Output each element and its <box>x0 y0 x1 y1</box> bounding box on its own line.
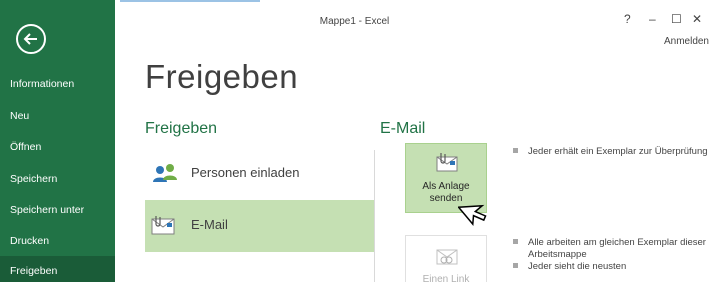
email-icon <box>151 216 175 235</box>
top-stripe <box>120 0 260 2</box>
share-section-header: Freigeben <box>145 120 218 137</box>
signin-link[interactable]: Anmelden <box>664 36 709 47</box>
nav-informationen[interactable]: Informationen <box>0 69 115 99</box>
section-divider <box>374 150 375 282</box>
share-option-invite[interactable]: Personen einladen <box>145 148 375 200</box>
bullet <box>513 148 518 153</box>
share-option-email[interactable]: E-Mail <box>145 200 375 252</box>
nav-oeffnen[interactable]: Öffnen <box>0 132 115 162</box>
backstage-sidebar: Informationen Neu Öffnen Speichern Speic… <box>0 0 115 282</box>
help-button[interactable]: ? <box>624 12 631 26</box>
link-description-text-2: Jeder sieht die neusten <box>528 261 627 272</box>
send-link-button[interactable]: Einen Link <box>405 235 487 282</box>
window-title: Mappe1 - Excel <box>319 16 390 27</box>
share-option-invite-label: Personen einladen <box>191 165 300 180</box>
page-title: Freigeben <box>145 58 299 95</box>
bullet <box>513 239 518 244</box>
nav-drucken[interactable]: Drucken <box>0 226 115 256</box>
attachment-mail-icon <box>436 153 458 172</box>
nav-neu[interactable]: Neu <box>0 101 115 131</box>
link-description-text-1: Alle arbeiten am gleichen Exemplar diese… <box>528 237 706 260</box>
back-arrow-icon <box>23 33 37 45</box>
people-icon <box>153 164 177 182</box>
email-section-header: E-Mail <box>380 120 426 137</box>
maximize-button[interactable]: ☐ <box>671 12 682 26</box>
minimize-button[interactable]: – <box>649 12 656 26</box>
nav-freigeben[interactable]: Freigeben <box>0 256 115 282</box>
back-button[interactable] <box>16 24 46 54</box>
send-link-label: Einen Link <box>422 274 470 282</box>
mouse-cursor-icon <box>458 204 487 226</box>
close-button[interactable]: ✕ <box>692 12 702 26</box>
nav-speichern-unter[interactable]: Speichern unter <box>0 195 115 225</box>
nav-speichern[interactable]: Speichern <box>0 164 115 194</box>
share-option-email-label: E-Mail <box>191 217 228 232</box>
link-mail-icon <box>436 249 458 265</box>
bullet <box>513 263 518 268</box>
attachment-description-text: Jeder erhält ein Exemplar zur Überprüfun… <box>528 146 708 157</box>
